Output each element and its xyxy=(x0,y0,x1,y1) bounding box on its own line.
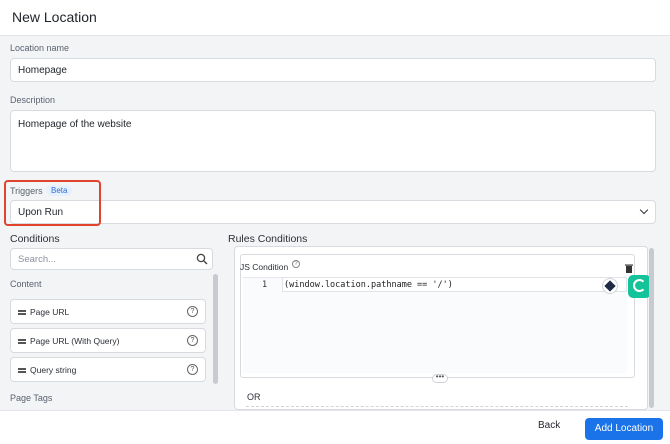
modal-header: New Location xyxy=(0,0,670,36)
code-line[interactable]: (window.location.pathname == '/') xyxy=(284,280,453,290)
drag-handle-icon[interactable] xyxy=(18,368,26,370)
condition-item-page-url[interactable]: Page URL ? xyxy=(10,299,206,324)
condition-item-query-string[interactable]: Query string ? xyxy=(10,357,206,382)
condition-item-label: Page URL (With Query) xyxy=(30,336,120,346)
search-placeholder: Search... xyxy=(18,254,57,265)
location-name-input[interactable]: Homepage xyxy=(10,58,656,82)
or-label: OR xyxy=(247,392,261,402)
content-group-label: Content xyxy=(10,279,42,289)
rules-scrollbar[interactable] xyxy=(649,248,654,408)
line-number: 1 xyxy=(262,280,268,290)
extension-icon[interactable] xyxy=(602,278,618,294)
page-tags-group-label: Page Tags xyxy=(10,393,53,403)
drag-handle-icon[interactable] xyxy=(18,310,26,312)
description-label: Description xyxy=(10,95,56,105)
search-icon[interactable] xyxy=(196,253,208,265)
modal-footer xyxy=(0,410,670,444)
condition-item-label: Page URL xyxy=(30,307,70,317)
location-name-label: Location name xyxy=(10,43,70,53)
back-button[interactable]: Back xyxy=(538,420,560,431)
conditions-search-input[interactable]: Search... xyxy=(10,248,213,270)
trash-icon[interactable] xyxy=(625,264,633,273)
conditions-scrollbar[interactable] xyxy=(213,274,218,384)
more-options-icon[interactable]: ••• xyxy=(432,373,448,383)
description-textarea[interactable]: Homepage of the website xyxy=(10,110,656,172)
conditions-title: Conditions xyxy=(10,233,60,245)
js-condition-label: JS Condition xyxy=(240,262,289,272)
rules-conditions-title: Rules Conditions xyxy=(228,233,308,245)
help-icon[interactable]: ? xyxy=(187,364,198,375)
condition-item-label: Query string xyxy=(30,365,77,375)
help-icon[interactable]: ? xyxy=(292,260,300,268)
triggers-select[interactable]: Upon Run xyxy=(10,200,656,224)
condition-item-page-url-with-query[interactable]: Page URL (With Query) ? xyxy=(10,328,206,353)
drag-handle-icon[interactable] xyxy=(18,339,26,341)
triggers-highlight-box xyxy=(4,180,101,226)
help-icon[interactable]: ? xyxy=(187,335,198,346)
help-icon[interactable]: ? xyxy=(187,306,198,317)
add-location-button[interactable]: Add Location xyxy=(585,418,663,440)
page-title: New Location xyxy=(12,9,97,25)
grammarly-icon[interactable] xyxy=(628,275,651,298)
